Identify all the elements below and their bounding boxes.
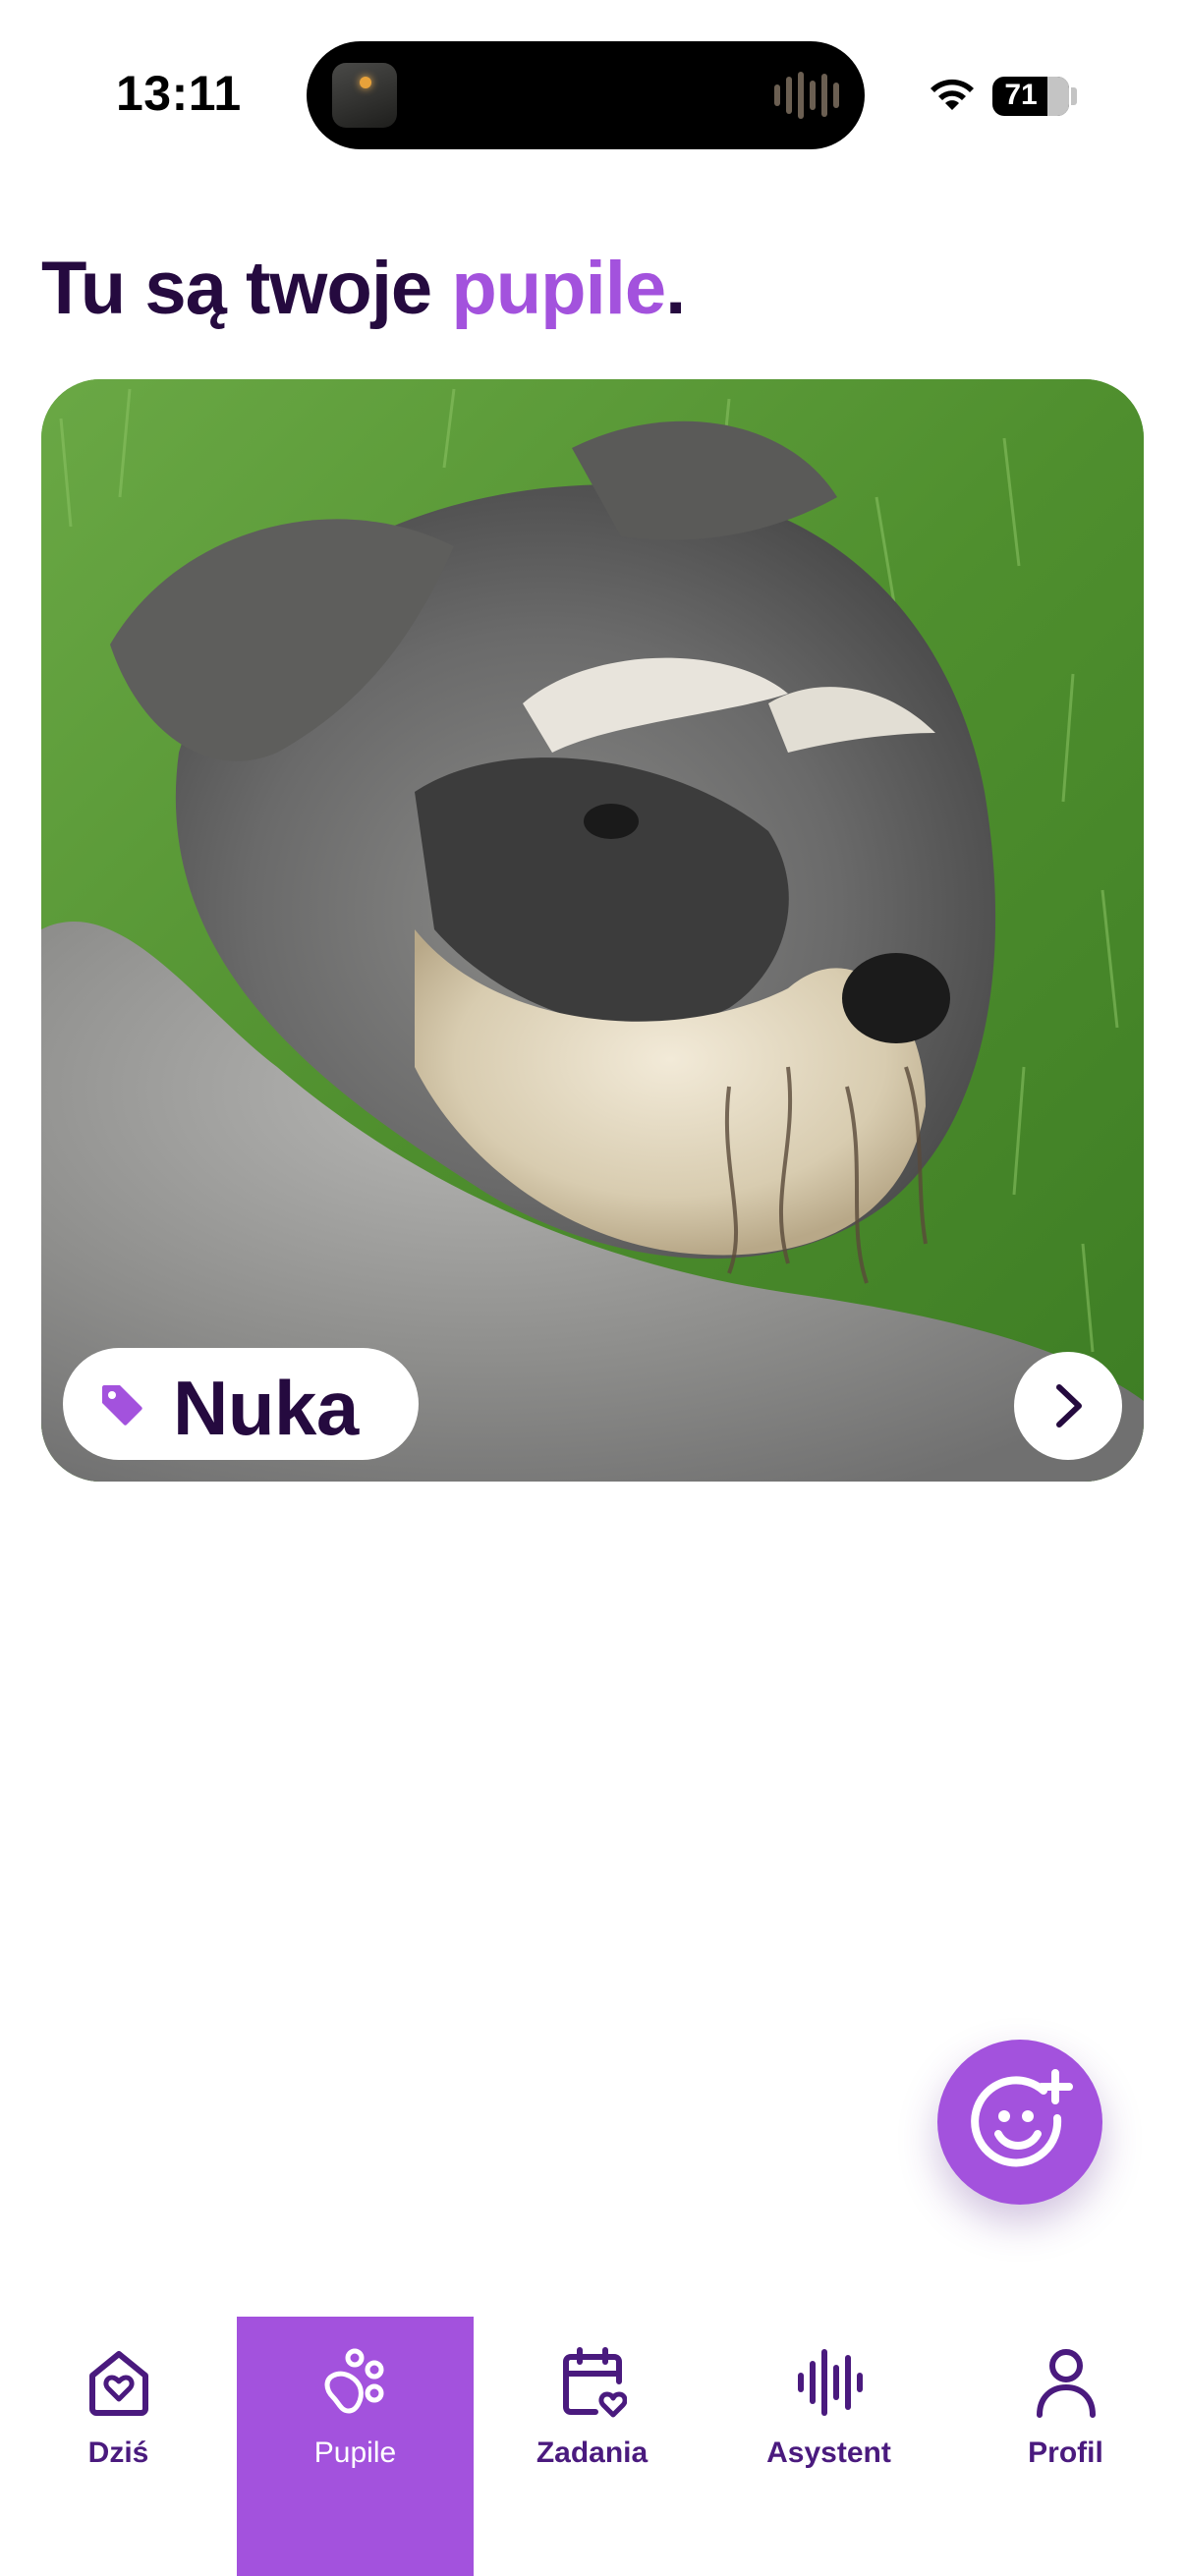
add-pet-smiley-icon — [971, 2069, 1073, 2167]
nav-label-zadania: Zadania — [536, 2436, 649, 2469]
user-icon — [1037, 2349, 1096, 2418]
status-time: 13:11 — [116, 66, 242, 121]
nav-item-dzis[interactable]: Dziś — [0, 2317, 237, 2576]
battery-icon: 71 — [992, 77, 1069, 116]
nav-item-zadania[interactable]: Zadania — [474, 2317, 710, 2576]
add-pet-button[interactable] — [937, 2040, 1102, 2205]
page-title-text: Tu są twoje — [41, 247, 452, 330]
wifi-icon — [931, 79, 974, 110]
nav-item-asystent[interactable]: Asystent — [710, 2317, 947, 2576]
page-title-end: . — [665, 247, 686, 330]
bottom-nav: Dziś Pupile Zadania Asystent Profil — [0, 2317, 1185, 2576]
page-title: Tu są twoje pupile. — [41, 246, 686, 331]
battery-level: 71 — [1004, 79, 1038, 111]
page-title-accent: pupile — [451, 247, 666, 330]
pet-name: Nuka — [173, 1365, 359, 1451]
voice-wave-icon — [798, 2349, 863, 2416]
audio-wave-icon — [774, 71, 839, 120]
nav-item-profil[interactable]: Profil — [947, 2317, 1184, 2576]
nav-label-dzis: Dziś — [87, 2436, 149, 2469]
dynamic-island[interactable] — [307, 41, 865, 149]
nav-label-asystent: Asystent — [766, 2436, 891, 2469]
pet-photo — [41, 379, 1144, 1482]
home-heart-icon — [89, 2351, 148, 2416]
paw-icon — [324, 2348, 384, 2414]
open-pet-button[interactable] — [1014, 1352, 1122, 1460]
chevron-right-icon — [1056, 1384, 1082, 1428]
nav-label-pupile: Pupile — [313, 2436, 397, 2469]
battery-tip — [1071, 87, 1077, 105]
nav-item-pupile[interactable]: Pupile — [237, 2317, 474, 2576]
calendar-heart-icon — [563, 2347, 627, 2418]
status-bar: 13:11 71 — [0, 0, 1185, 187]
now-playing-artwork — [332, 63, 397, 128]
nav-label-profil: Profil — [1028, 2436, 1103, 2469]
pet-card[interactable]: Nuka — [41, 379, 1144, 1482]
pet-name-chip[interactable]: Nuka — [63, 1348, 419, 1460]
tag-icon — [102, 1385, 142, 1426]
